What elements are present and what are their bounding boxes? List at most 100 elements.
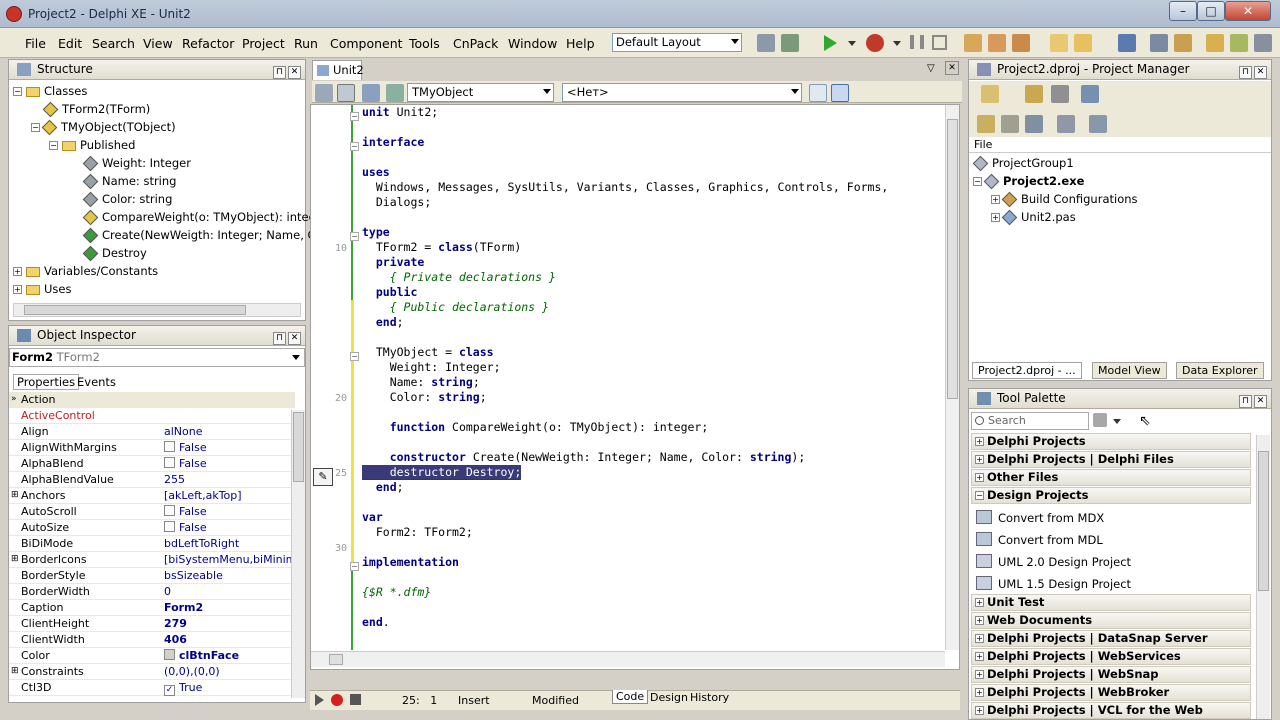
code-line[interactable]: type	[362, 225, 888, 240]
property-value[interactable]: ✓ True	[164, 680, 298, 696]
property-row[interactable]: Caption Form2	[9, 600, 295, 616]
tree-item[interactable]: + Build Configurations	[973, 190, 1263, 208]
scroll-thumb[interactable]	[1258, 451, 1269, 591]
save-icon[interactable]	[1118, 34, 1136, 52]
property-value[interactable]: 279	[164, 616, 298, 631]
property-row[interactable]: Ctl3D ✓ True	[9, 680, 295, 696]
palette-category[interactable]: + Delphi Projects | Delphi Files	[971, 451, 1251, 468]
save-layout-icon[interactable]	[757, 34, 775, 52]
open-project-icon[interactable]	[1174, 34, 1192, 52]
expand-icon[interactable]: ⊞	[11, 552, 19, 567]
palette-search-input[interactable]: Search	[971, 412, 1089, 430]
palette-category[interactable]: + Delphi Projects | VCL for the Web	[971, 702, 1251, 719]
code-line[interactable]	[362, 540, 888, 555]
collapse-icon[interactable]: −	[973, 177, 982, 186]
code-line[interactable]	[362, 150, 888, 165]
scroll-thumb[interactable]	[24, 305, 246, 315]
toggle-view-icon[interactable]	[809, 84, 827, 102]
tab-history[interactable]: History	[690, 691, 729, 704]
minimize-button[interactable]: –	[1169, 1, 1197, 21]
property-value[interactable]: 0	[164, 584, 298, 599]
code-line[interactable]: end;	[362, 480, 888, 495]
collapse-icon[interactable]: −	[975, 491, 984, 500]
file-column-header[interactable]: File	[969, 138, 1271, 153]
expand-icon[interactable]: +	[991, 195, 1000, 204]
toggle-view-icon[interactable]	[831, 84, 849, 102]
sync-edit-gutter-icon[interactable]: ✎	[313, 468, 333, 486]
editor-hscrollbar[interactable]	[311, 651, 945, 667]
menu-window[interactable]: Window	[508, 36, 557, 51]
fold-icon[interactable]: −	[350, 232, 359, 241]
close-icon[interactable]: ✕	[1254, 66, 1267, 79]
code-line[interactable]: Weight: Integer;	[362, 360, 888, 375]
cursor-icon[interactable]: ⇖	[1139, 413, 1151, 429]
tab-project-manager[interactable]: Project2.dproj - ...	[972, 362, 1082, 379]
layout-select[interactable]: Default Layout	[612, 33, 742, 52]
pin-icon[interactable]: ⊓	[1239, 395, 1252, 408]
tree-item[interactable]: CompareWeight(o: TMyObject): integer	[13, 208, 328, 226]
expand-icon[interactable]: +	[975, 670, 984, 679]
pin-icon[interactable]: ⊓	[1239, 66, 1252, 79]
code-line[interactable]: { Private declarations }	[362, 270, 888, 285]
tree-item[interactable]: + Variables/Constants	[13, 262, 303, 280]
tree-item[interactable]: ProjectGroup1	[972, 154, 1263, 172]
property-row[interactable]: AlphaBlend False	[9, 456, 295, 472]
palette-category[interactable]: + Web Documents	[971, 612, 1251, 629]
code-line[interactable]	[362, 120, 888, 135]
palette-item[interactable]: Convert from MDL	[998, 533, 1103, 547]
tree-item[interactable]: TForm2(TForm)	[13, 100, 303, 118]
code-line[interactable]: constructor Create(NewWeigth: Integer; N…	[362, 450, 888, 465]
property-row[interactable]: AutoSize False	[9, 520, 295, 536]
property-value[interactable]: 255	[164, 472, 298, 487]
code-line[interactable]	[362, 570, 888, 585]
property-value[interactable]: bdLeftToRight	[164, 536, 298, 551]
property-row[interactable]: Color clBtnFace	[9, 648, 295, 664]
code-line[interactable]: implementation	[362, 555, 888, 570]
checkbox[interactable]: ✓	[164, 685, 175, 696]
expand-icon[interactable]: +	[975, 706, 984, 715]
property-value[interactable]: alNone	[164, 424, 298, 439]
class-select[interactable]: TMyObject	[407, 83, 554, 102]
sync-edit-icon[interactable]	[315, 84, 333, 102]
property-value[interactable]: False	[164, 520, 298, 535]
checkbox[interactable]	[164, 441, 175, 452]
property-value[interactable]: False	[164, 440, 298, 455]
menu-edit[interactable]: Edit	[58, 36, 82, 51]
palette-vscrollbar[interactable]	[1256, 435, 1270, 719]
expand-icon[interactable]: ⊞	[11, 664, 19, 679]
code-line[interactable]: uses	[362, 165, 888, 180]
pin-icon[interactable]: ⊓	[273, 66, 286, 79]
palette-item[interactable]: UML 1.5 Design Project	[998, 577, 1131, 591]
tree-item[interactable]: Name: string	[13, 172, 303, 190]
menu-search[interactable]: Search	[92, 36, 135, 51]
tree-item[interactable]: Color: string	[13, 190, 303, 208]
expand-icon[interactable]: +	[975, 616, 984, 625]
menu-view[interactable]: View	[143, 36, 173, 51]
checkbox[interactable]	[164, 505, 175, 516]
interface-icon[interactable]	[362, 84, 380, 102]
tree-item[interactable]: Destroy	[13, 244, 303, 262]
menu-project[interactable]: Project	[242, 36, 285, 51]
add-icon[interactable]	[1025, 85, 1043, 103]
expand-icon[interactable]: +	[975, 688, 984, 697]
code-line[interactable]: destructor Destroy;	[362, 465, 522, 480]
menu-tools[interactable]: Tools	[409, 36, 440, 51]
checkbox[interactable]	[164, 457, 175, 468]
property-value[interactable]: bsSizeable	[164, 568, 298, 583]
stop-icon[interactable]	[932, 35, 947, 50]
property-value[interactable]: Form2	[164, 600, 298, 615]
property-row[interactable]: AlignWithMargins False	[9, 440, 295, 456]
close-button[interactable]: ✕	[1225, 1, 1271, 21]
tree-item[interactable]: − Project2.exe	[973, 172, 1263, 190]
code-line[interactable]: TMyObject = class	[362, 345, 888, 360]
method-select[interactable]: <Нет>	[562, 83, 802, 102]
code-line[interactable]: unit Unit2;	[362, 105, 888, 120]
menu-component[interactable]: Component	[330, 36, 403, 51]
property-value[interactable]: 406	[164, 632, 298, 647]
property-value[interactable]: [akLeft,akTop]	[164, 488, 298, 503]
record-macro-icon[interactable]	[331, 694, 343, 706]
pause-icon[interactable]	[910, 35, 924, 49]
property-row[interactable]: BorderStyle bsSizeable	[9, 568, 295, 584]
expand-icon[interactable]: +	[13, 285, 22, 294]
step-over-icon[interactable]	[988, 34, 1006, 52]
